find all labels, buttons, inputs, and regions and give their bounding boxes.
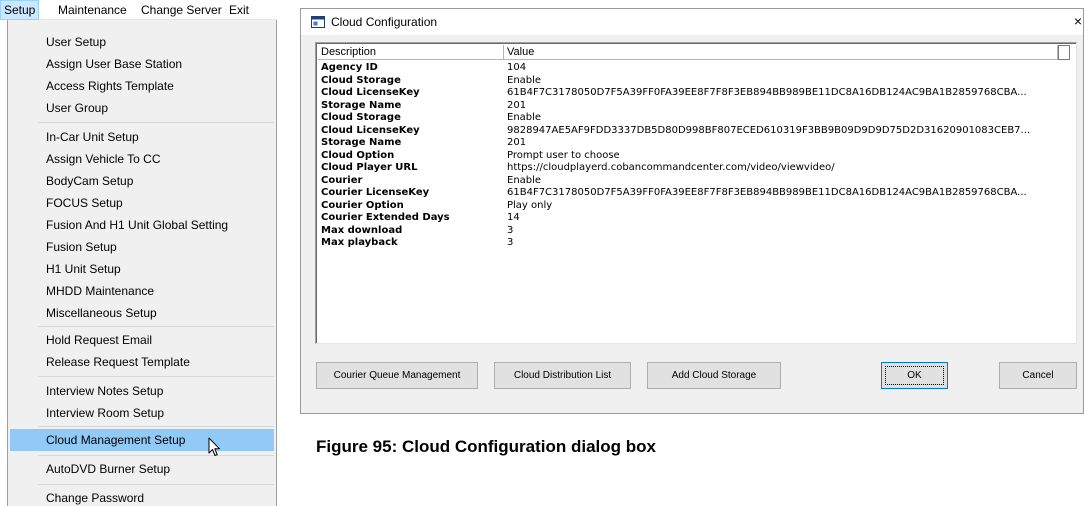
configuration-list[interactable]: Description Value Agency ID 104 Cloud Stor…	[315, 42, 1077, 344]
list-item[interactable]: Storage Name 201	[318, 137, 1070, 150]
list-item[interactable]: Storage Name 201	[318, 100, 1070, 113]
list-item-value: Enable	[507, 174, 542, 186]
list-item[interactable]: Cloud LicenseKey 61B4F7C3178050D7F5A39FF0…	[318, 87, 1070, 100]
list-item-value: 14	[507, 212, 520, 223]
list-item[interactable]: Max download 3	[318, 225, 1070, 238]
list-item[interactable]: Cloud Player URL https://cloudplayerd.cob…	[318, 162, 1070, 175]
list-item-description: Courier	[321, 174, 363, 186]
list-item-value: 104	[507, 62, 527, 73]
menu-bar: Setup Maintenance Change Server Exit	[0, 0, 277, 20]
list-header: Description Value	[318, 45, 1070, 60]
list-item-value: Enable	[507, 74, 542, 86]
list-item-value: 61B4F7C3178050D7F5A39FF0FA39EE8F7F8F3EB8…	[507, 187, 1027, 198]
column-header-value[interactable]: Value	[504, 45, 1058, 60]
setup-dropdown: User Setup Assign User Base Station Acce…	[7, 20, 277, 506]
menu-item-h1-unit-setup[interactable]: H1 Unit Setup	[10, 258, 274, 280]
menu-setup[interactable]: Setup	[0, 0, 40, 20]
menu-item-mhdd-maintenance[interactable]: MHDD Maintenance	[10, 280, 274, 302]
menu-item-miscellaneous-setup[interactable]: Miscellaneous Setup	[10, 302, 274, 324]
menu-item-assign-user-base-station[interactable]: Assign User Base Station	[10, 53, 274, 75]
cancel-button[interactable]: Cancel	[999, 362, 1077, 389]
list-item-description: Storage Name	[321, 137, 402, 148]
menu-change-server[interactable]: Change Server	[138, 0, 225, 20]
list-item-description: Cloud Storage	[321, 112, 401, 123]
menu-separator	[38, 484, 274, 485]
app-window-icon	[311, 16, 325, 28]
menu-item-autodvd-burner-setup[interactable]: AutoDVD Burner Setup	[10, 458, 274, 480]
menu-item-user-setup[interactable]: User Setup	[10, 31, 274, 53]
list-item-description: Courier Extended Days	[321, 212, 450, 223]
list-item[interactable]: Courier LicenseKey 61B4F7C3178050D7F5A39F…	[318, 187, 1070, 200]
dialog-title: Cloud Configuration	[331, 15, 438, 29]
dialog-title-bar: Cloud Configuration ×	[301, 9, 1083, 35]
list-item-description: Storage Name	[321, 99, 402, 111]
list-item[interactable]: Cloud Storage Enable	[318, 75, 1070, 88]
list-item-value: Prompt user to choose	[507, 149, 620, 161]
menu-separator	[38, 122, 274, 123]
menu-separator	[38, 455, 274, 456]
list-item[interactable]: Courier Enable	[318, 175, 1070, 188]
list-item-description: Cloud Option	[321, 149, 395, 161]
list-item-value: Enable	[507, 112, 542, 123]
setup-menu-panel: Setup Maintenance Change Server Exit Use…	[0, 0, 277, 506]
list-rows: Agency ID 104 Cloud Storage Enable Cloud Lic…	[318, 62, 1070, 250]
column-header-description[interactable]: Description	[318, 45, 504, 60]
menu-item-access-rights-template[interactable]: Access Rights Template	[10, 75, 274, 97]
courier-queue-management-button[interactable]: Courier Queue Management	[316, 362, 478, 389]
menu-exit[interactable]: Exit	[226, 0, 252, 20]
list-item-description: Courier Option	[321, 199, 404, 211]
column-header-filler	[1058, 45, 1070, 60]
list-item[interactable]: Max playback 3	[318, 237, 1070, 250]
cloud-distribution-list-button[interactable]: Cloud Distribution List	[494, 362, 631, 389]
focus-ring	[885, 366, 944, 385]
menu-item-assign-vehicle-to-cc[interactable]: Assign Vehicle To CC	[10, 148, 274, 170]
list-item-value: 201	[507, 99, 527, 111]
menu-separator	[38, 326, 274, 327]
list-item-value: 3	[507, 237, 514, 248]
list-item-value: 61B4F7C3178050D7F5A39FF0FA39EE8F7F8F3EB8…	[507, 87, 1027, 98]
menu-separator	[38, 426, 274, 427]
list-item-value: https://cloudplayerd.cobancommandcenter.…	[507, 162, 835, 173]
list-item-description: Cloud Storage	[321, 74, 401, 86]
list-item-description: Cloud Player URL	[321, 162, 418, 173]
close-icon[interactable]: ×	[1071, 13, 1083, 29]
list-item-description: Cloud LicenseKey	[321, 87, 420, 98]
menu-item-user-group[interactable]: User Group	[10, 97, 274, 119]
list-item-description: Courier LicenseKey	[321, 187, 430, 198]
list-item-description: Cloud LicenseKey	[321, 124, 420, 136]
menu-separator	[38, 376, 274, 377]
list-item-value: 3	[507, 224, 514, 236]
menu-item-interview-notes-setup[interactable]: Interview Notes Setup	[10, 380, 274, 402]
menu-item-fusion-h1-global-setting[interactable]: Fusion And H1 Unit Global Setting	[10, 214, 274, 236]
menu-item-interview-room-setup[interactable]: Interview Room Setup	[10, 402, 274, 424]
mouse-pointer-icon	[208, 437, 220, 456]
list-item[interactable]: Cloud Storage Enable	[318, 112, 1070, 125]
list-item[interactable]: Courier Option Play only	[318, 200, 1070, 213]
list-item[interactable]: Cloud LicenseKey 9828947AE5AF9FDD3337DB5D…	[318, 125, 1070, 138]
menu-item-in-car-unit-setup[interactable]: In-Car Unit Setup	[10, 126, 274, 148]
figure-caption: Figure 95: Cloud Configuration dialog bo…	[316, 437, 656, 456]
list-item-description: Max playback	[321, 237, 398, 248]
menu-item-cloud-management-setup[interactable]: Cloud Management Setup	[10, 429, 274, 451]
menu-item-change-password[interactable]: Change Password	[10, 487, 274, 506]
list-item[interactable]: Cloud Option Prompt user to choose	[318, 150, 1070, 163]
menu-item-fusion-setup[interactable]: Fusion Setup	[10, 236, 274, 258]
ok-button[interactable]: OK	[881, 362, 948, 389]
list-item-description: Agency ID	[321, 62, 378, 73]
menu-item-hold-request-email[interactable]: Hold Request Email	[10, 329, 274, 351]
list-item-value: 201	[507, 137, 527, 148]
menu-item-release-request-template[interactable]: Release Request Template	[10, 351, 274, 373]
list-item-value: Play only	[507, 199, 553, 211]
list-item-value: 9828947AE5AF9FDD3337DB5D80D998BF807ECED6…	[507, 124, 1031, 136]
list-item-description: Max download	[321, 224, 403, 236]
cloud-configuration-dialog: Cloud Configuration × Description Value …	[300, 8, 1084, 414]
menu-maintenance[interactable]: Maintenance	[55, 0, 130, 20]
menu-item-focus-setup[interactable]: FOCUS Setup	[10, 192, 274, 214]
add-cloud-storage-button[interactable]: Add Cloud Storage	[647, 362, 781, 389]
list-item[interactable]: Agency ID 104	[318, 62, 1070, 75]
list-item[interactable]: Courier Extended Days 14	[318, 212, 1070, 225]
menu-item-bodycam-setup[interactable]: BodyCam Setup	[10, 170, 274, 192]
